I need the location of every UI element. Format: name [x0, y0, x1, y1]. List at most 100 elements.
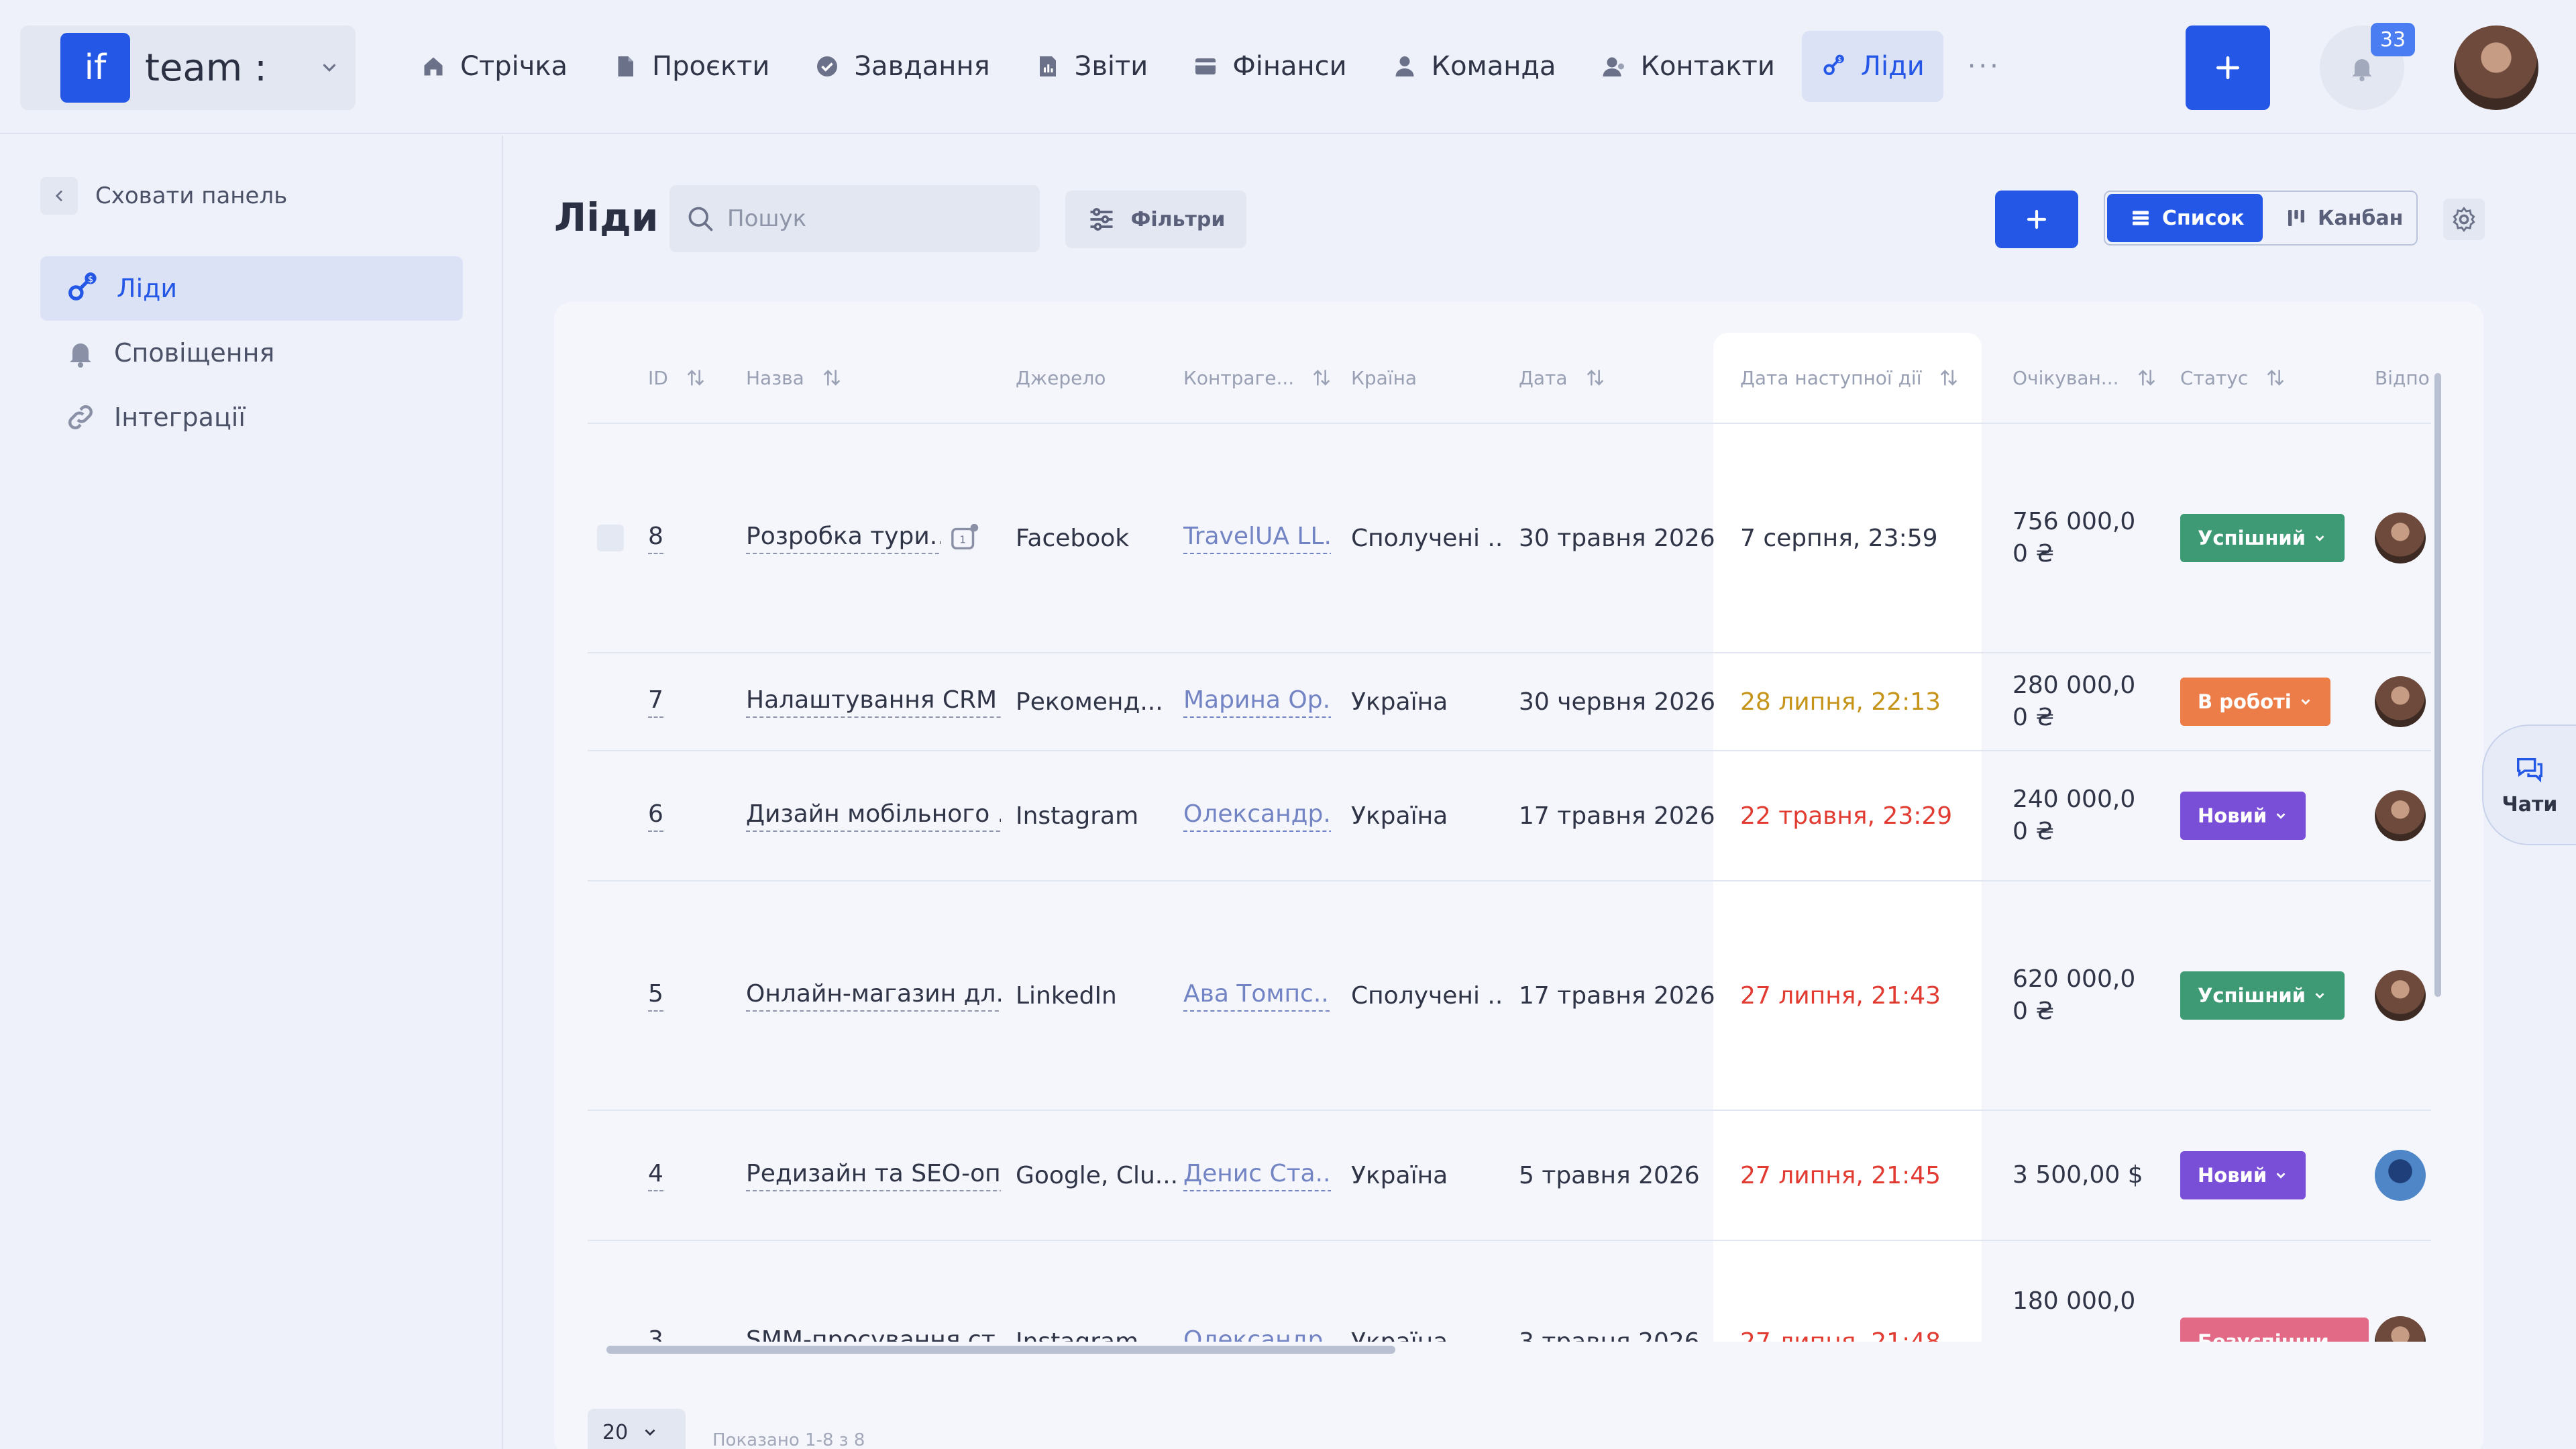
- cell-name[interactable]: Дизайн мобільного ...: [746, 751, 1001, 880]
- cell-contractor[interactable]: Марина Ор...: [1183, 653, 1331, 750]
- sidebar: Сховати панель $ Ліди Сповіщення Інтегра…: [0, 136, 503, 1449]
- avatar[interactable]: [2375, 676, 2426, 727]
- cell-name[interactable]: Редизайн та SEO-оп...: [746, 1111, 1001, 1240]
- col-source: Джерело: [1016, 366, 1106, 389]
- cell-status[interactable]: Успішний: [2180, 424, 2345, 652]
- page-size-select[interactable]: 20: [588, 1409, 686, 1449]
- col-country: Країна: [1351, 366, 1417, 389]
- cell-responsible[interactable]: [2375, 653, 2426, 750]
- cell-id: 4: [648, 1111, 663, 1240]
- sort-icon: [2135, 366, 2158, 389]
- col-name[interactable]: Назва: [746, 333, 843, 423]
- chats-button[interactable]: Чати: [2482, 724, 2576, 845]
- avatar[interactable]: [2375, 513, 2426, 564]
- col-next-action-date[interactable]: Дата наступної дії: [1740, 333, 1960, 423]
- table-row[interactable]: 7 Налаштування CRM ... Рекоменд... Марин…: [588, 653, 2431, 751]
- cell-source: Рекоменд...: [1016, 688, 1163, 716]
- status-dropdown[interactable]: В роботі: [2180, 678, 2330, 726]
- cell-name[interactable]: SMM-просування ст...: [746, 1315, 1001, 1342]
- col-status[interactable]: Статус: [2180, 333, 2287, 423]
- cell-name[interactable]: Онлайн-магазин дл...: [746, 881, 1001, 1110]
- cell-contractor[interactable]: Олександр...: [1183, 751, 1331, 880]
- nav-item-feed[interactable]: Стрічка: [402, 31, 586, 102]
- bell-icon: [2347, 53, 2377, 83]
- nav-item-contacts[interactable]: Контакти: [1583, 31, 1794, 102]
- cell-source: Instagram: [1016, 1328, 1139, 1342]
- sort-icon: [1310, 366, 1333, 389]
- status-dropdown[interactable]: Успішний: [2180, 514, 2345, 562]
- col-date[interactable]: Дата: [1519, 333, 1607, 423]
- col-expected-amount[interactable]: Очікуван...: [2012, 333, 2158, 423]
- cell-status[interactable]: Новий: [2180, 1111, 2306, 1240]
- sidebar-item-label: Інтеграції: [114, 402, 246, 432]
- search-input[interactable]: [727, 205, 1022, 232]
- sidebar-item-integrations[interactable]: Інтеграції: [40, 385, 463, 449]
- chat-icon: [2514, 754, 2545, 785]
- cell-responsible[interactable]: [2375, 1315, 2426, 1342]
- nav-item-leads[interactable]: $ Ліди: [1801, 31, 1943, 102]
- cell-contractor[interactable]: TravelUA LL...: [1183, 424, 1331, 652]
- table-row[interactable]: 8 Розробка тури... 1 Facebook TravelUA L…: [588, 424, 2431, 653]
- sidebar-item-notifications[interactable]: Сповіщення: [40, 321, 463, 385]
- quick-add-button[interactable]: [2186, 25, 2270, 110]
- notification-count-badge: 33: [2371, 23, 2415, 56]
- table-row[interactable]: 5 Онлайн-магазин дл... LinkedIn Ава Томп…: [588, 881, 2431, 1111]
- sidebar-item-leads[interactable]: $ Ліди: [40, 256, 463, 321]
- hide-panel-button[interactable]: Сховати панель: [40, 177, 287, 215]
- cell-name[interactable]: Налаштування CRM ...: [746, 653, 1001, 750]
- cell-responsible[interactable]: [2375, 424, 2426, 652]
- cell-contractor[interactable]: Денис Ста...: [1183, 1111, 1331, 1240]
- avatar[interactable]: [2375, 1316, 2426, 1342]
- status-dropdown[interactable]: Безуспішни...: [2180, 1318, 2369, 1342]
- avatar[interactable]: [2375, 970, 2426, 1021]
- nav-item-projects[interactable]: Проєкти: [594, 31, 788, 102]
- more-menu-button[interactable]: ···: [1951, 51, 2017, 82]
- svg-text:1: 1: [959, 534, 966, 546]
- vertical-scrollbar-thumb[interactable]: [2434, 373, 2441, 997]
- kanban-view-button[interactable]: Канбан: [2263, 194, 2426, 242]
- cell-contractor[interactable]: Олександр...: [1183, 1315, 1331, 1342]
- cell-date: 17 травня 2026: [1519, 981, 1715, 1010]
- table-row[interactable]: 6 Дизайн мобільного ... Instagram Олекса…: [588, 751, 2431, 881]
- status-dropdown[interactable]: Новий: [2180, 1151, 2306, 1199]
- workspace-switcher[interactable]: if team :: [20, 25, 356, 110]
- cell-id: 3: [648, 1315, 663, 1342]
- status-dropdown[interactable]: Успішний: [2180, 971, 2345, 1020]
- row-checkbox[interactable]: [597, 424, 624, 652]
- horizontal-scrollbar-thumb[interactable]: [606, 1346, 1395, 1354]
- cell-responsible[interactable]: [2375, 881, 2426, 1110]
- avatar[interactable]: [2375, 790, 2426, 841]
- filters-button[interactable]: Фільтри: [1065, 191, 1246, 248]
- search-box[interactable]: [669, 185, 1040, 252]
- cell-name[interactable]: Розробка тури...: [746, 424, 941, 652]
- nav-item-reports[interactable]: Звіти: [1017, 31, 1167, 102]
- status-dropdown[interactable]: Новий: [2180, 792, 2306, 840]
- create-lead-button[interactable]: [1995, 191, 2078, 248]
- link-icon: [64, 401, 97, 433]
- cell-status[interactable]: Успішний: [2180, 881, 2345, 1110]
- cell-status[interactable]: Новий: [2180, 751, 2306, 880]
- user-avatar[interactable]: [2454, 25, 2538, 110]
- cell-responsible[interactable]: [2375, 751, 2426, 880]
- leads-icon: $: [64, 271, 99, 306]
- col-contractor[interactable]: Контраге...: [1183, 333, 1333, 423]
- nav-item-team[interactable]: Команда: [1374, 31, 1575, 102]
- kanban-view-label: Канбан: [2318, 206, 2404, 230]
- avatar[interactable]: [2375, 1150, 2426, 1201]
- cell-status[interactable]: Безуспішни...: [2180, 1315, 2369, 1342]
- attachment-icon[interactable]: 1: [950, 424, 981, 652]
- list-view-button[interactable]: Список: [2107, 194, 2263, 242]
- cell-responsible[interactable]: [2375, 1111, 2426, 1240]
- cell-status[interactable]: В роботі: [2180, 653, 2330, 750]
- nav-item-finance[interactable]: Фінанси: [1175, 31, 1365, 102]
- table-settings-button[interactable]: [2443, 199, 2485, 240]
- table-row[interactable]: 4 Редизайн та SEO-оп... Google, Clu... Д…: [588, 1111, 2431, 1241]
- kanban-icon: [2286, 207, 2307, 229]
- cell-contractor[interactable]: Ава Томпс...: [1183, 881, 1331, 1110]
- cell-next-action-date: 28 липня, 22:13: [1740, 688, 1941, 716]
- cell-id: 6: [648, 751, 663, 880]
- nav-item-tasks[interactable]: Завдання: [796, 31, 1008, 102]
- table-row[interactable]: 3 SMM-просування ст... Instagram Олексан…: [588, 1241, 2431, 1342]
- col-id[interactable]: ID: [648, 333, 707, 423]
- workspace-name: team :: [145, 46, 267, 90]
